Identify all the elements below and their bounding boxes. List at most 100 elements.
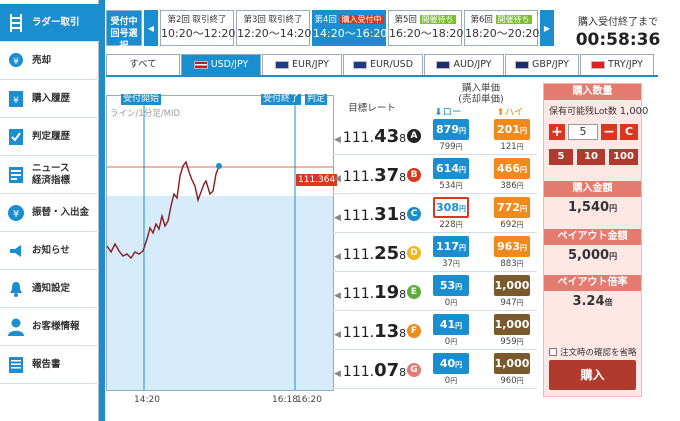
sidebar: ラダー取引 ¥ 売却 ¥ 購入履歴 判定履歴 ニュース 経済指標 ¥ 振替・入出金 <box>0 0 99 421</box>
low-price-button[interactable]: 879円 <box>433 119 469 140</box>
preset-100-button[interactable]: 100 <box>609 149 638 165</box>
quantity-input[interactable]: 5 <box>568 124 598 140</box>
low-price-button[interactable]: 40円 <box>433 353 469 374</box>
rate-big: 07 <box>374 360 400 381</box>
high-price: 1,000 <box>494 318 530 331</box>
session-time: 14:20〜16:20 <box>313 27 388 40</box>
tab-usd-jpy[interactable]: USD/JPY <box>181 54 261 75</box>
sidebar-item-sell[interactable]: ¥ 売却 <box>0 42 99 80</box>
session-title: 第2回 取引終了 <box>167 15 227 25</box>
preset-5-button[interactable]: 5 <box>549 149 573 165</box>
next-arrow-icon[interactable]: ▶ <box>540 10 554 46</box>
low-price-button[interactable]: 53円 <box>433 275 469 296</box>
price-header-line1: 購入単価 <box>461 83 500 94</box>
high-price-button[interactable]: 772円 <box>494 197 530 218</box>
target-rate: ◀ 111.258 <box>334 243 406 264</box>
ratio-unit: 倍 <box>604 298 613 307</box>
low-price-unit: 円 <box>455 322 463 330</box>
high-price-unit: 円 <box>519 127 527 135</box>
rate-main: 111. <box>342 130 375 146</box>
session-time: 16:20〜18:20 <box>389 27 464 40</box>
order-panel: 購入数量 保有可能残Lot数 1,000 + 5 − C 5 10 100 購入… <box>543 83 648 397</box>
tab-eur-usd[interactable]: EUR/USD <box>343 54 423 75</box>
high-price: 963 <box>497 240 520 253</box>
tab-eur-jpy[interactable]: EUR/JPY <box>262 54 342 75</box>
tab-all[interactable]: すべて <box>106 54 180 75</box>
low-price-button[interactable]: 117円 <box>433 236 469 257</box>
high-sell-price: 960 <box>500 376 517 386</box>
high-price-button[interactable]: 201円 <box>494 119 530 140</box>
low-price-button[interactable]: 614円 <box>433 158 469 179</box>
judgement-history-icon <box>6 127 26 147</box>
sidebar-item-notice[interactable]: お知らせ <box>0 232 99 270</box>
high-sell-price: 883 <box>500 259 517 269</box>
high-sell-unit: 円 <box>516 338 524 346</box>
high-price-button[interactable]: 466円 <box>494 158 530 179</box>
row-divider <box>332 271 537 272</box>
sidebar-item-notification-settings[interactable]: 通知設定 <box>0 270 99 308</box>
rate-main: 111. <box>342 325 375 341</box>
high-sell-price: 386 <box>500 181 517 191</box>
rate-letter-badge: A <box>407 129 421 143</box>
session-item-6[interactable]: 第6回 開催待ち 18:20〜20:20 <box>464 10 539 46</box>
target-rate: ◀ 111.378 <box>334 165 406 186</box>
sidebar-item-news[interactable]: ニュース 経済指標 <box>0 156 99 194</box>
sidebar-item-label: 振替・入出金 <box>32 206 90 218</box>
high-price-button[interactable]: 1,000 円 <box>494 353 530 390</box>
sidebar-item-transfer[interactable]: ¥ 振替・入出金 <box>0 194 99 232</box>
chart-x-label: 16:18 <box>272 395 298 405</box>
rate-big: 19 <box>374 282 400 303</box>
sidebar-item-ladder[interactable]: ラダー取引 <box>0 4 99 42</box>
buy-button[interactable]: 購入 <box>549 360 636 390</box>
low-sell-unit: 円 <box>455 143 463 151</box>
sidebar-item-judgement-history[interactable]: 判定履歴 <box>0 118 99 156</box>
sidebar-item-label: 判定履歴 <box>32 130 71 142</box>
rate-main: 111. <box>342 247 375 263</box>
rate-last: 8 <box>399 171 407 184</box>
plus-button[interactable]: + <box>549 124 565 140</box>
tab-gbp-jpy[interactable]: GBP/JPY <box>505 54 579 75</box>
tab-try-jpy[interactable]: TRY/JPY <box>580 54 654 75</box>
sidebar-item-purchase-history[interactable]: ¥ 購入履歴 <box>0 80 99 118</box>
low-sell-price: 534 <box>439 181 456 191</box>
session-item-4[interactable]: 第4回 購入受付中 14:20〜16:20 <box>312 10 388 46</box>
high-price-button[interactable]: 963円 <box>494 236 530 257</box>
rate-last: 8 <box>399 210 407 223</box>
low-price: 41 <box>439 318 456 331</box>
prev-arrow-icon[interactable]: ◀ <box>144 10 158 46</box>
preset-10-button[interactable]: 10 <box>577 149 605 165</box>
ratio-title: ペイアウト倍率 <box>544 275 641 291</box>
high-price-button[interactable]: 1,000 円 <box>494 275 530 312</box>
low-price-unit: 円 <box>458 205 466 213</box>
sidebar-item-report[interactable]: 報告書 <box>0 346 99 384</box>
low-price-button[interactable]: 308円 <box>433 197 469 218</box>
session-item-3[interactable]: 第3回 取引終了 12:20〜14:20 <box>236 10 311 46</box>
uk-flag-icon <box>515 61 530 69</box>
tab-aud-jpy[interactable]: AUD/JPY <box>424 54 504 75</box>
row-divider <box>332 349 537 350</box>
sidebar-item-label: ラダー取引 <box>32 16 80 28</box>
session-item-5[interactable]: 第5回 開催待ち 16:20〜18:20 <box>388 10 464 46</box>
ladder-row: ◀ 111.318 C 308円 228円 772円 692円 <box>332 195 536 233</box>
low-sell-price: 228 <box>439 220 456 230</box>
session-bar: 受付中 回号選択 ◀ 第2回 取引終了 10:20〜12:20 第3回 取引終了… <box>106 10 556 51</box>
rate-letter-badge: F <box>407 324 421 338</box>
minus-button[interactable]: − <box>601 124 617 140</box>
low-price-button[interactable]: 41円 <box>433 314 469 335</box>
ladder-row: ◀ 111.138 F 41円 0円 1,000円 959円 <box>332 312 536 351</box>
lot-value: 1,000 <box>619 106 649 117</box>
eu-flag-icon <box>352 61 367 69</box>
clear-button[interactable]: C <box>620 124 638 140</box>
session-title: 第4回 <box>314 15 337 25</box>
judge-label: 判定 <box>305 94 328 105</box>
row-divider <box>332 310 537 311</box>
high-price-button[interactable]: 1,000 円 <box>494 314 530 351</box>
target-rate: ◀ 111.198 <box>334 282 406 303</box>
sidebar-item-label: お知らせ <box>32 244 70 256</box>
row-divider <box>332 193 537 194</box>
session-item-2[interactable]: 第2回 取引終了 10:20〜12:20 <box>160 10 235 46</box>
tab-label: USD/JPY <box>210 59 249 70</box>
sidebar-item-customer-info[interactable]: お客様情報 <box>0 308 99 346</box>
confirm-skip-checkbox[interactable] <box>549 348 557 356</box>
session-select[interactable]: 受付中 回号選択 <box>106 10 142 51</box>
